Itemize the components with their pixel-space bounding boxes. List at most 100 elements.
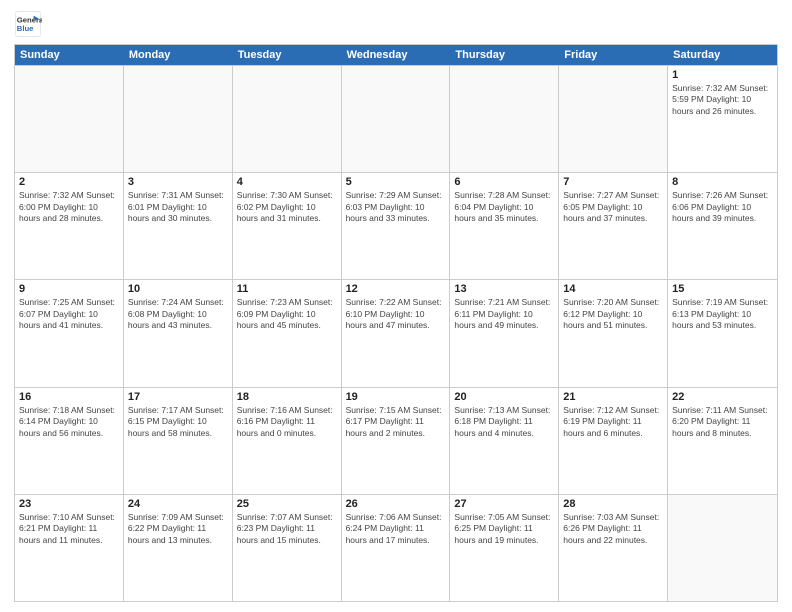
- day-info: Sunrise: 7:25 AM Sunset: 6:07 PM Dayligh…: [19, 297, 119, 331]
- calendar-header: SundayMondayTuesdayWednesdayThursdayFrid…: [15, 45, 777, 65]
- day-number: 20: [454, 391, 554, 403]
- day-info: Sunrise: 7:30 AM Sunset: 6:02 PM Dayligh…: [237, 190, 337, 224]
- day-cell-6: 6Sunrise: 7:28 AM Sunset: 6:04 PM Daylig…: [450, 173, 559, 279]
- day-info: Sunrise: 7:23 AM Sunset: 6:09 PM Dayligh…: [237, 297, 337, 331]
- calendar-body: 1 Sunrise: 7:32 AM Sunset: 5:59 PM Daylig…: [15, 65, 777, 601]
- calendar: SundayMondayTuesdayWednesdayThursdayFrid…: [14, 44, 778, 602]
- day-cell-9: 9 Sunrise: 7:25 AM Sunset: 6:07 PM Daylig…: [15, 280, 124, 386]
- day-number: 11: [237, 283, 337, 295]
- calendar-row-0: 1 Sunrise: 7:32 AM Sunset: 5:59 PM Daylig…: [15, 65, 777, 172]
- day-info: Sunrise: 7:31 AM Sunset: 6:01 PM Dayligh…: [128, 190, 228, 224]
- day-number: 4: [237, 176, 337, 188]
- day-number: 27: [454, 498, 554, 510]
- day-cell-8: 8Sunrise: 7:26 AM Sunset: 6:06 PM Daylig…: [668, 173, 777, 279]
- day-number: 7: [563, 176, 663, 188]
- day-info: Sunrise: 7:22 AM Sunset: 6:10 PM Dayligh…: [346, 297, 446, 331]
- day-number: 22: [672, 391, 773, 403]
- day-info: Sunrise: 7:03 AM Sunset: 6:26 PM Dayligh…: [563, 512, 663, 546]
- weekday-header-sunday: Sunday: [15, 45, 124, 65]
- day-cell-3: 3 Sunrise: 7:31 AM Sunset: 6:01 PM Daylig…: [124, 173, 233, 279]
- header: General Blue: [14, 10, 778, 38]
- day-info: Sunrise: 7:21 AM Sunset: 6:11 PM Dayligh…: [454, 297, 554, 331]
- day-info: Sunrise: 7:18 AM Sunset: 6:14 PM Dayligh…: [19, 405, 119, 439]
- day-info: Sunrise: 7:19 AM Sunset: 6:13 PM Dayligh…: [672, 297, 773, 331]
- day-number: 17: [128, 391, 228, 403]
- day-number: 13: [454, 283, 554, 295]
- day-cell-11: 11 Sunrise: 7:23 AM Sunset: 6:09 PM Dayli…: [233, 280, 342, 386]
- day-cell-18: 18Sunrise: 7:16 AM Sunset: 6:16 PM Dayli…: [233, 388, 342, 494]
- weekday-header-wednesday: Wednesday: [342, 45, 451, 65]
- day-number: 26: [346, 498, 446, 510]
- day-number: 8: [672, 176, 773, 188]
- svg-text:General: General: [17, 16, 42, 25]
- day-number: 10: [128, 283, 228, 295]
- day-number: 14: [563, 283, 663, 295]
- day-number: 1: [672, 69, 773, 81]
- day-cell-17: 17 Sunrise: 7:17 AM Sunset: 6:15 PM Dayli…: [124, 388, 233, 494]
- empty-cell-0-3: [342, 66, 451, 172]
- weekday-header-monday: Monday: [124, 45, 233, 65]
- day-cell-1: 1 Sunrise: 7:32 AM Sunset: 5:59 PM Daylig…: [668, 66, 777, 172]
- weekday-header-saturday: Saturday: [668, 45, 777, 65]
- logo-icon: General Blue: [14, 10, 42, 38]
- empty-cell-0-2: [233, 66, 342, 172]
- day-cell-19: 19 Sunrise: 7:15 AM Sunset: 6:17 PM Dayli…: [342, 388, 451, 494]
- weekday-header-friday: Friday: [559, 45, 668, 65]
- day-cell-26: 26 Sunrise: 7:06 AM Sunset: 6:24 PM Dayli…: [342, 495, 451, 601]
- day-info: Sunrise: 7:17 AM Sunset: 6:15 PM Dayligh…: [128, 405, 228, 439]
- day-cell-24: 24Sunrise: 7:09 AM Sunset: 6:22 PM Dayli…: [124, 495, 233, 601]
- day-info: Sunrise: 7:12 AM Sunset: 6:19 PM Dayligh…: [563, 405, 663, 439]
- empty-cell-0-0: [15, 66, 124, 172]
- day-cell-12: 12Sunrise: 7:22 AM Sunset: 6:10 PM Dayli…: [342, 280, 451, 386]
- logo: General Blue: [14, 10, 46, 38]
- day-number: 2: [19, 176, 119, 188]
- day-info: Sunrise: 7:29 AM Sunset: 6:03 PM Dayligh…: [346, 190, 446, 224]
- day-cell-28: 28 Sunrise: 7:03 AM Sunset: 6:26 PM Dayli…: [559, 495, 668, 601]
- day-info: Sunrise: 7:24 AM Sunset: 6:08 PM Dayligh…: [128, 297, 228, 331]
- day-cell-23: 23 Sunrise: 7:10 AM Sunset: 6:21 PM Dayli…: [15, 495, 124, 601]
- page: General Blue SundayMondayTuesdayWednesda…: [0, 0, 792, 612]
- day-number: 23: [19, 498, 119, 510]
- empty-cell-0-4: [450, 66, 559, 172]
- day-number: 18: [237, 391, 337, 403]
- day-cell-20: 20 Sunrise: 7:13 AM Sunset: 6:18 PM Dayli…: [450, 388, 559, 494]
- day-info: Sunrise: 7:07 AM Sunset: 6:23 PM Dayligh…: [237, 512, 337, 546]
- day-cell-16: 16 Sunrise: 7:18 AM Sunset: 6:14 PM Dayli…: [15, 388, 124, 494]
- weekday-header-thursday: Thursday: [450, 45, 559, 65]
- day-info: Sunrise: 7:32 AM Sunset: 5:59 PM Dayligh…: [672, 83, 773, 117]
- day-cell-13: 13 Sunrise: 7:21 AM Sunset: 6:11 PM Dayli…: [450, 280, 559, 386]
- day-number: 6: [454, 176, 554, 188]
- day-cell-4: 4 Sunrise: 7:30 AM Sunset: 6:02 PM Daylig…: [233, 173, 342, 279]
- calendar-row-1: 2 Sunrise: 7:32 AM Sunset: 6:00 PM Daylig…: [15, 172, 777, 279]
- day-info: Sunrise: 7:09 AM Sunset: 6:22 PM Dayligh…: [128, 512, 228, 546]
- svg-text:Blue: Blue: [17, 24, 34, 33]
- day-cell-2: 2 Sunrise: 7:32 AM Sunset: 6:00 PM Daylig…: [15, 173, 124, 279]
- day-number: 28: [563, 498, 663, 510]
- day-cell-15: 15 Sunrise: 7:19 AM Sunset: 6:13 PM Dayli…: [668, 280, 777, 386]
- day-cell-22: 22Sunrise: 7:11 AM Sunset: 6:20 PM Dayli…: [668, 388, 777, 494]
- day-info: Sunrise: 7:15 AM Sunset: 6:17 PM Dayligh…: [346, 405, 446, 439]
- day-info: Sunrise: 7:20 AM Sunset: 6:12 PM Dayligh…: [563, 297, 663, 331]
- day-info: Sunrise: 7:27 AM Sunset: 6:05 PM Dayligh…: [563, 190, 663, 224]
- day-cell-21: 21Sunrise: 7:12 AM Sunset: 6:19 PM Dayli…: [559, 388, 668, 494]
- day-number: 19: [346, 391, 446, 403]
- day-number: 9: [19, 283, 119, 295]
- day-cell-5: 5Sunrise: 7:29 AM Sunset: 6:03 PM Daylig…: [342, 173, 451, 279]
- day-info: Sunrise: 7:06 AM Sunset: 6:24 PM Dayligh…: [346, 512, 446, 546]
- calendar-row-4: 23 Sunrise: 7:10 AM Sunset: 6:21 PM Dayli…: [15, 494, 777, 601]
- day-cell-7: 7 Sunrise: 7:27 AM Sunset: 6:05 PM Daylig…: [559, 173, 668, 279]
- day-info: Sunrise: 7:13 AM Sunset: 6:18 PM Dayligh…: [454, 405, 554, 439]
- empty-cell-4-6: [668, 495, 777, 601]
- day-info: Sunrise: 7:10 AM Sunset: 6:21 PM Dayligh…: [19, 512, 119, 546]
- calendar-row-3: 16 Sunrise: 7:18 AM Sunset: 6:14 PM Dayli…: [15, 387, 777, 494]
- day-number: 16: [19, 391, 119, 403]
- empty-cell-0-1: [124, 66, 233, 172]
- day-cell-27: 27 Sunrise: 7:05 AM Sunset: 6:25 PM Dayli…: [450, 495, 559, 601]
- day-cell-10: 10 Sunrise: 7:24 AM Sunset: 6:08 PM Dayli…: [124, 280, 233, 386]
- day-info: Sunrise: 7:32 AM Sunset: 6:00 PM Dayligh…: [19, 190, 119, 224]
- day-number: 25: [237, 498, 337, 510]
- day-number: 3: [128, 176, 228, 188]
- day-number: 15: [672, 283, 773, 295]
- day-cell-14: 14 Sunrise: 7:20 AM Sunset: 6:12 PM Dayli…: [559, 280, 668, 386]
- day-info: Sunrise: 7:05 AM Sunset: 6:25 PM Dayligh…: [454, 512, 554, 546]
